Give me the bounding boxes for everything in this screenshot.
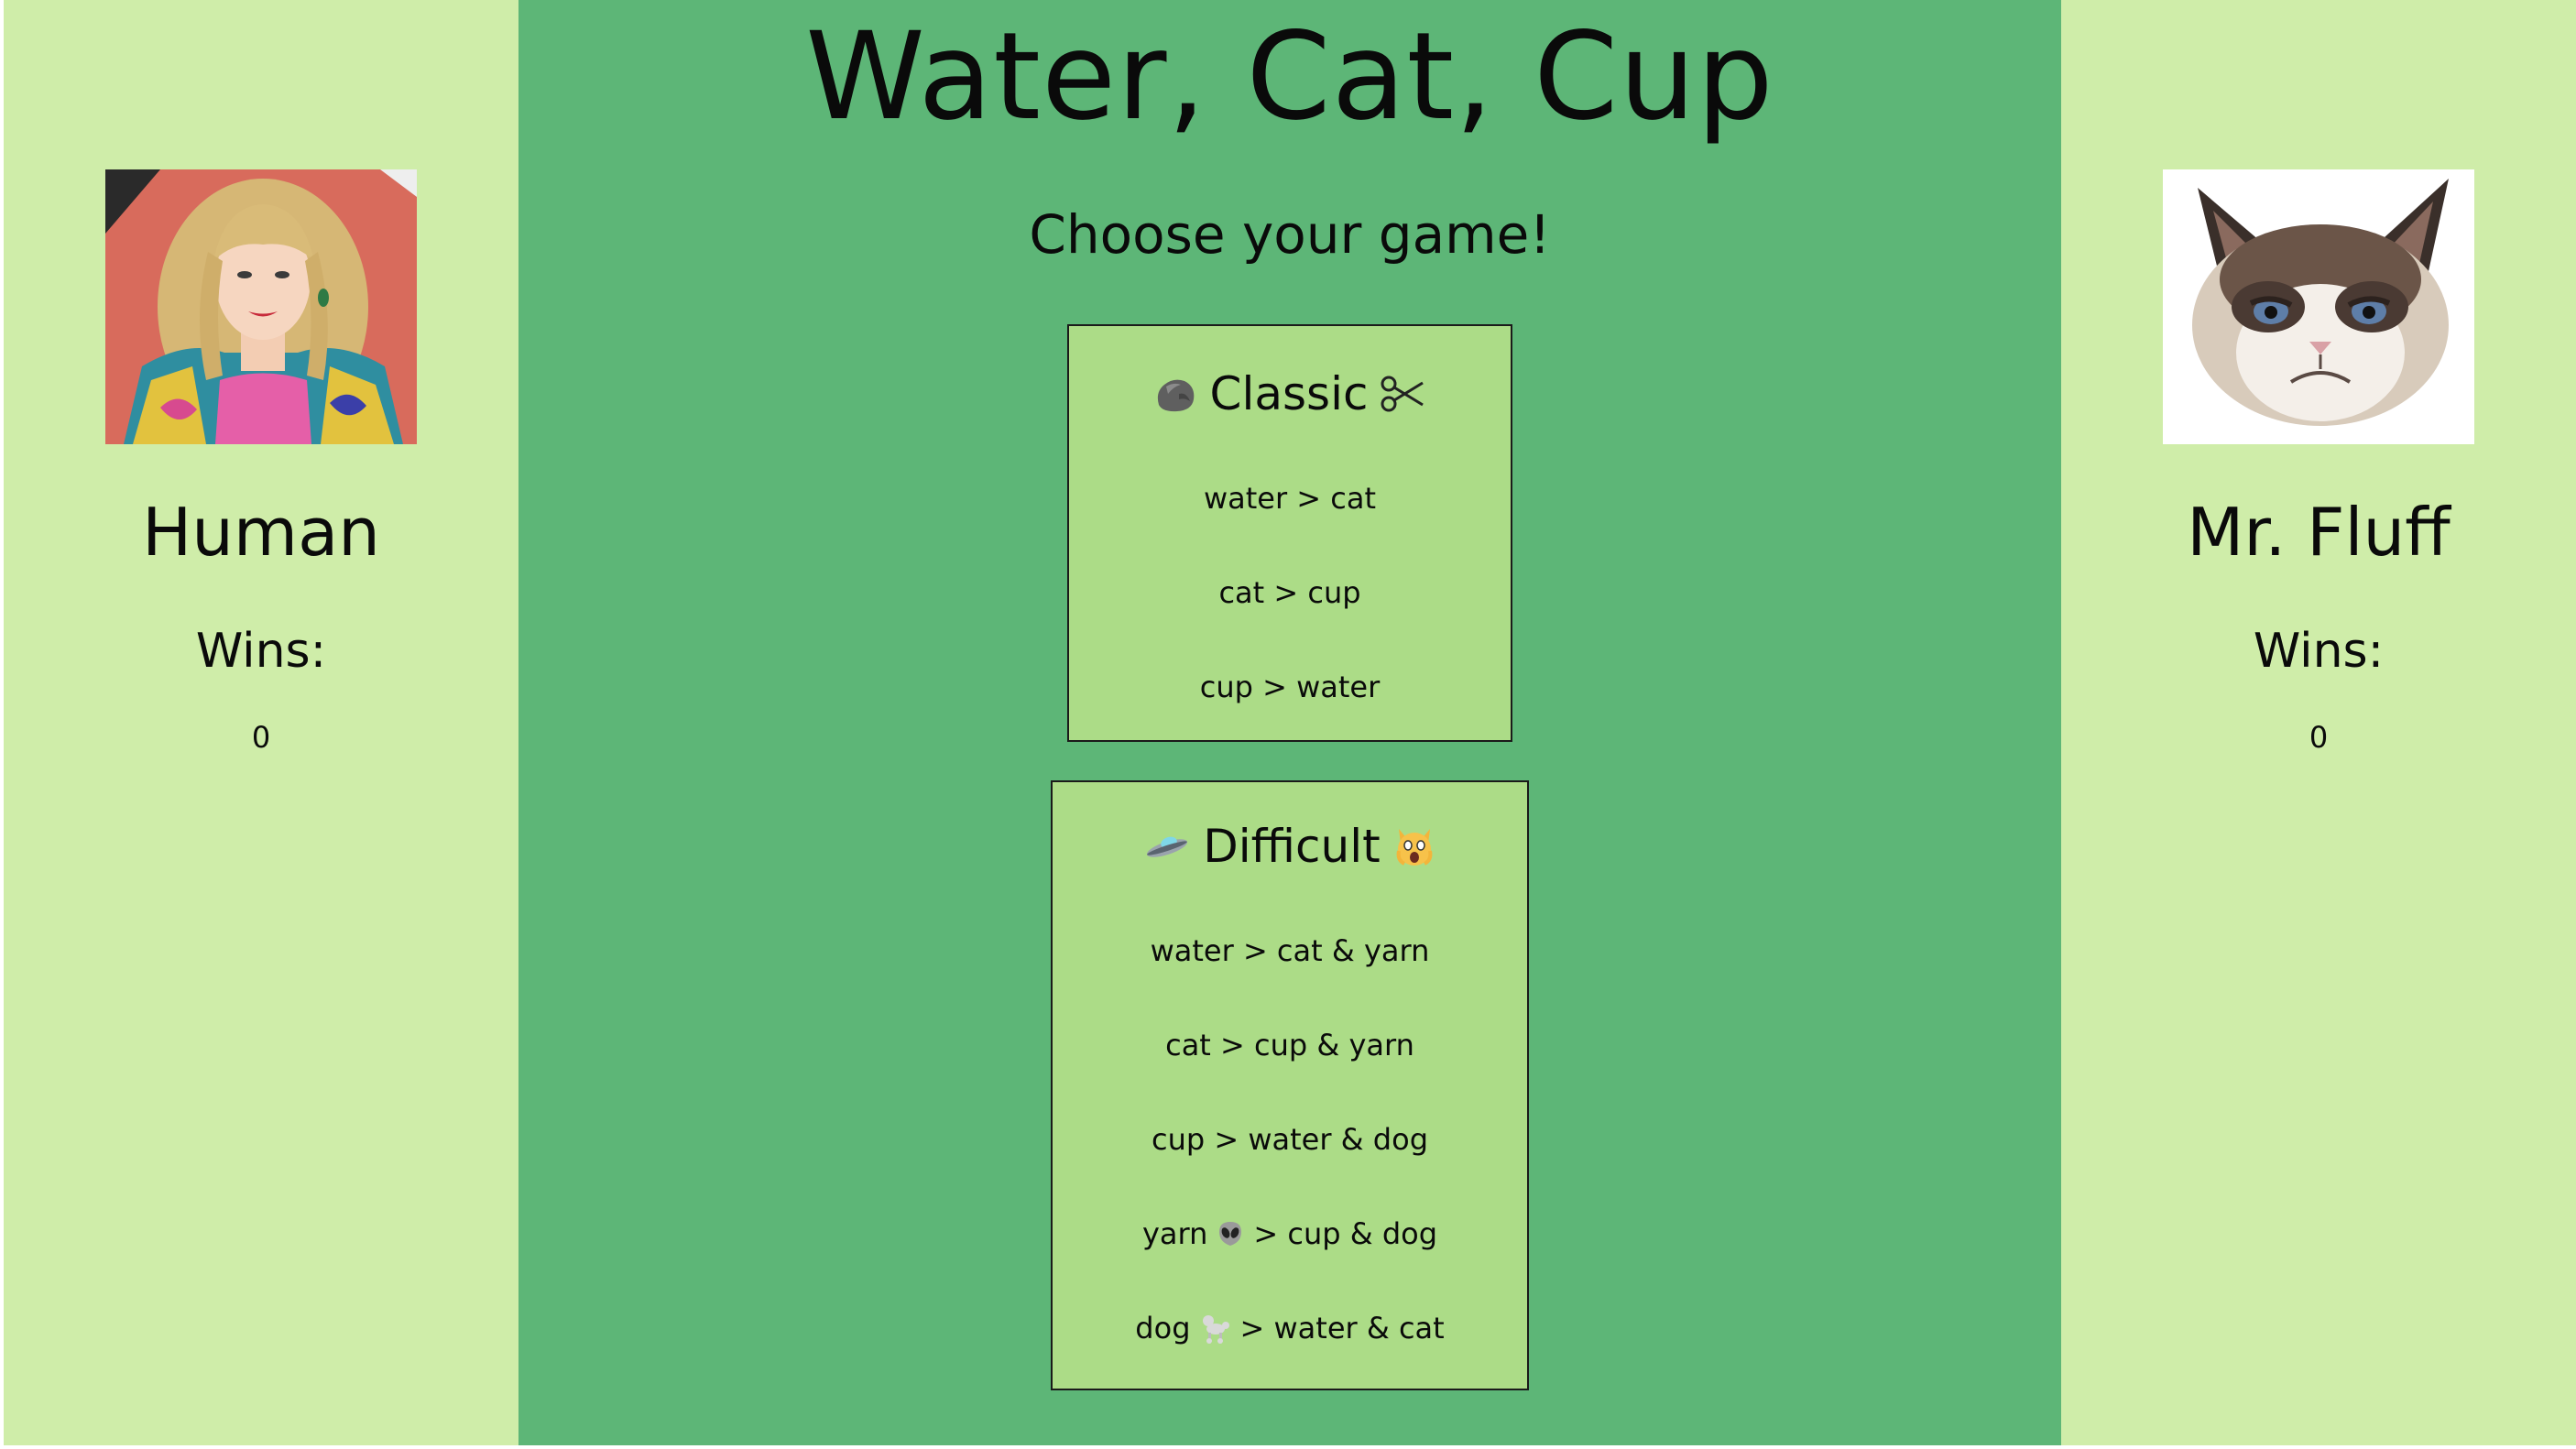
difficult-rule-3: cup > water & dog	[1152, 1121, 1428, 1158]
screaming-cat-icon	[1393, 825, 1435, 867]
alien-icon	[1217, 1220, 1244, 1247]
computer-avatar	[2163, 169, 2474, 444]
difficult-game-card[interactable]: Difficult water > cat & yarn cat > cup &…	[1051, 780, 1529, 1390]
classic-rule-1: water > cat	[1203, 481, 1377, 516]
difficult-rule-5-before: dog	[1135, 1311, 1191, 1346]
human-wins-count: 0	[251, 720, 271, 755]
rock-icon	[1153, 374, 1197, 414]
page: Human Wins: 0 Water, Cat, Cup Choose you…	[0, 0, 2576, 1445]
human-name: Human	[142, 494, 380, 571]
page-subtitle: Choose your game!	[1029, 203, 1551, 266]
classic-rule-2: cat > cup	[1218, 575, 1361, 610]
difficult-rule-2: cat > cup & yarn	[1165, 1027, 1414, 1063]
difficult-rule-3-text: cup > water & dog	[1151, 1122, 1428, 1157]
difficult-rule-4: yarn > cup & dog	[1142, 1215, 1437, 1252]
difficult-rule-2-text: cat > cup & yarn	[1165, 1028, 1414, 1062]
computer-name: Mr. Fluff	[2187, 494, 2450, 571]
difficult-rule-4-before: yarn	[1141, 1216, 1208, 1251]
human-wins-label: Wins:	[195, 624, 327, 679]
computer-wins-count: 0	[2309, 720, 2329, 755]
human-portrait-icon	[105, 169, 417, 444]
classic-rule-3: cup > water	[1199, 670, 1381, 704]
main-panel: Water, Cat, Cup Choose your game! Classi…	[518, 0, 2061, 1445]
grumpy-cat-icon	[2163, 169, 2474, 444]
human-panel: Human Wins: 0	[4, 0, 518, 1445]
classic-game-card[interactable]: Classic water > cat cat > cup cup > wate…	[1067, 324, 1512, 742]
scissors-icon	[1381, 374, 1426, 414]
difficult-rule-1: water > cat & yarn	[1151, 932, 1430, 969]
difficult-title-text: Difficult	[1203, 820, 1381, 873]
difficult-rule-5-after: > water & cat	[1239, 1311, 1445, 1346]
difficult-rule-1-text: water > cat & yarn	[1150, 933, 1430, 968]
poodle-icon	[1200, 1313, 1231, 1344]
classic-card-title: Classic	[1153, 366, 1427, 421]
classic-title-text: Classic	[1209, 367, 1369, 420]
computer-wins-label: Wins:	[2253, 624, 2385, 679]
ufo-icon	[1144, 828, 1190, 865]
difficult-rule-5: dog > water & cat	[1135, 1310, 1444, 1346]
page-title: Water, Cat, Cup	[805, 6, 1774, 147]
computer-panel: Mr. Fluff Wins: 0	[2061, 0, 2576, 1445]
difficult-card-title: Difficult	[1144, 819, 1435, 874]
difficult-rule-4-after: > cup & dog	[1253, 1216, 1438, 1251]
human-avatar	[105, 169, 417, 444]
